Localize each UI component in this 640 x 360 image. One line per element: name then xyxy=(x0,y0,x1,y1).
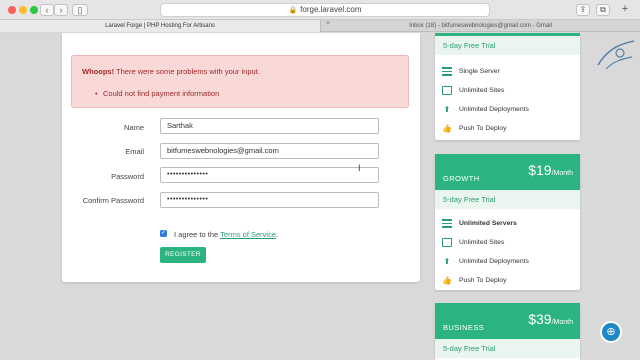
plan-feature: Single Server xyxy=(435,62,580,81)
confirm-password-label: Confirm Password xyxy=(82,196,144,205)
plan-card-business[interactable]: BUSINESS $39/Month 5-day Free Trial xyxy=(435,303,580,360)
thumbs-up-icon: 👍 xyxy=(442,276,452,285)
site-icon xyxy=(442,86,452,95)
plan-feature: Unlimited Sites xyxy=(435,233,580,252)
feature-label: Unlimited Deployments xyxy=(459,258,529,265)
confirm-password-input[interactable]: •••••••••••••• xyxy=(160,192,379,208)
plan-feature: Unlimited Sites xyxy=(435,81,580,100)
feature-label: Unlimited Servers xyxy=(459,220,517,227)
sidebar-toggle-icon[interactable]: ▯ xyxy=(72,4,88,16)
plan-price: $39/Month xyxy=(528,311,573,327)
password-label: Password xyxy=(111,172,144,181)
terms-link[interactable]: Terms of Service xyxy=(220,230,276,239)
plan-feature: Unlimited Servers xyxy=(435,214,580,233)
terms-suffix: . xyxy=(276,230,279,239)
server-icon xyxy=(442,67,452,76)
price-period: /Month xyxy=(551,170,573,177)
maximize-window-button[interactable] xyxy=(30,6,38,14)
upload-icon: ⬆ xyxy=(443,257,451,266)
feature-label: Single Server xyxy=(459,68,500,75)
tab-gmail[interactable]: Inbox (18) - bitfumeswebnologies@gmail.c… xyxy=(320,20,640,32)
plan-card-basic[interactable]: 5-day Free Trial Single Server Unlimited… xyxy=(435,33,580,140)
plan-feature: 👍 Push To Deploy xyxy=(435,271,580,290)
plan-header: BUSINESS $39/Month xyxy=(435,303,580,339)
feature-label: Push To Deploy xyxy=(459,125,507,132)
close-window-button[interactable] xyxy=(8,6,16,14)
new-tab-button[interactable]: + xyxy=(618,4,632,16)
plan-feature: ⬆ Unlimited Deployments xyxy=(435,252,580,271)
alert-title: Whoops! There were some problems with yo… xyxy=(82,67,260,76)
lock-icon: 🔒 xyxy=(288,7,298,14)
upload-icon: ⬆ xyxy=(443,105,451,114)
feature-label: Push To Deploy xyxy=(459,277,507,284)
plan-name: BUSINESS xyxy=(443,323,485,332)
terms-checkbox[interactable]: ✓ xyxy=(160,230,167,237)
feature-label: Unlimited Deployments xyxy=(459,106,529,113)
plan-card-growth[interactable]: GROWTH $19/Month 5-day Free Trial Unlimi… xyxy=(435,154,580,290)
address-bar[interactable]: 🔒 forge.laravel.com xyxy=(160,3,490,17)
email-label: Email xyxy=(125,147,144,156)
register-card: Whoops! There were some problems with yo… xyxy=(62,33,420,282)
decorative-logo-icon xyxy=(597,40,635,70)
price-amount: $19 xyxy=(528,162,552,178)
text-cursor-icon: I xyxy=(358,163,361,173)
plan-header: GROWTH $19/Month xyxy=(435,154,580,190)
email-input[interactable]: bitfumeswebnologies@gmail.com xyxy=(160,143,379,159)
site-icon xyxy=(442,238,452,247)
server-icon xyxy=(442,219,452,228)
url-text: forge.laravel.com xyxy=(300,5,362,14)
back-button[interactable]: ‹ xyxy=(40,4,54,16)
tab-forge[interactable]: Laravel Forge | PHP Hosting For Artisans xyxy=(0,20,320,32)
alert-error-item: Could not find payment information xyxy=(95,89,219,98)
forward-button[interactable]: › xyxy=(54,4,68,16)
terms-prefix: I agree to the xyxy=(174,230,221,239)
password-input[interactable]: •••••••••••••• xyxy=(160,167,379,183)
feature-label: Unlimited Sites xyxy=(459,87,505,94)
plan-price: $19/Month xyxy=(528,162,573,178)
plan-trial: 5-day Free Trial xyxy=(435,190,580,209)
alert-title-strong: Whoops! xyxy=(82,67,115,76)
name-input[interactable]: Sarthak xyxy=(160,118,379,134)
terms-label: I agree to the Terms of Service. xyxy=(174,230,278,239)
plan-name: GROWTH xyxy=(443,174,480,183)
name-label: Name xyxy=(123,123,144,132)
help-lifebuoy-button[interactable]: ⊕ xyxy=(600,321,622,343)
plan-feature: 👍 Push To Deploy xyxy=(435,119,580,138)
close-tab-icon[interactable]: × xyxy=(326,20,330,27)
register-button[interactable]: REGISTER xyxy=(160,247,206,263)
price-amount: $39 xyxy=(528,311,552,327)
browser-toolbar: ‹ › ▯ 🔒 forge.laravel.com ⇪ ⧉ + xyxy=(0,0,640,20)
thumbs-up-icon: 👍 xyxy=(442,124,452,133)
price-period: /Month xyxy=(551,319,573,326)
alert-title-rest: There were some problems with your input… xyxy=(114,67,260,76)
share-icon[interactable]: ⇪ xyxy=(576,4,590,16)
error-alert: Whoops! There were some problems with yo… xyxy=(71,55,409,108)
tab-overview-icon[interactable]: ⧉ xyxy=(596,4,610,16)
plan-trial: 5-day Free Trial xyxy=(435,339,580,358)
plan-feature: ⬆ Unlimited Deployments xyxy=(435,100,580,119)
plan-trial: 5-day Free Trial xyxy=(435,36,580,55)
feature-label: Unlimited Sites xyxy=(459,239,505,246)
page-content: Whoops! There were some problems with yo… xyxy=(0,33,640,360)
tab-bar: Laravel Forge | PHP Hosting For Artisans… xyxy=(0,20,640,32)
minimize-window-button[interactable] xyxy=(19,6,27,14)
